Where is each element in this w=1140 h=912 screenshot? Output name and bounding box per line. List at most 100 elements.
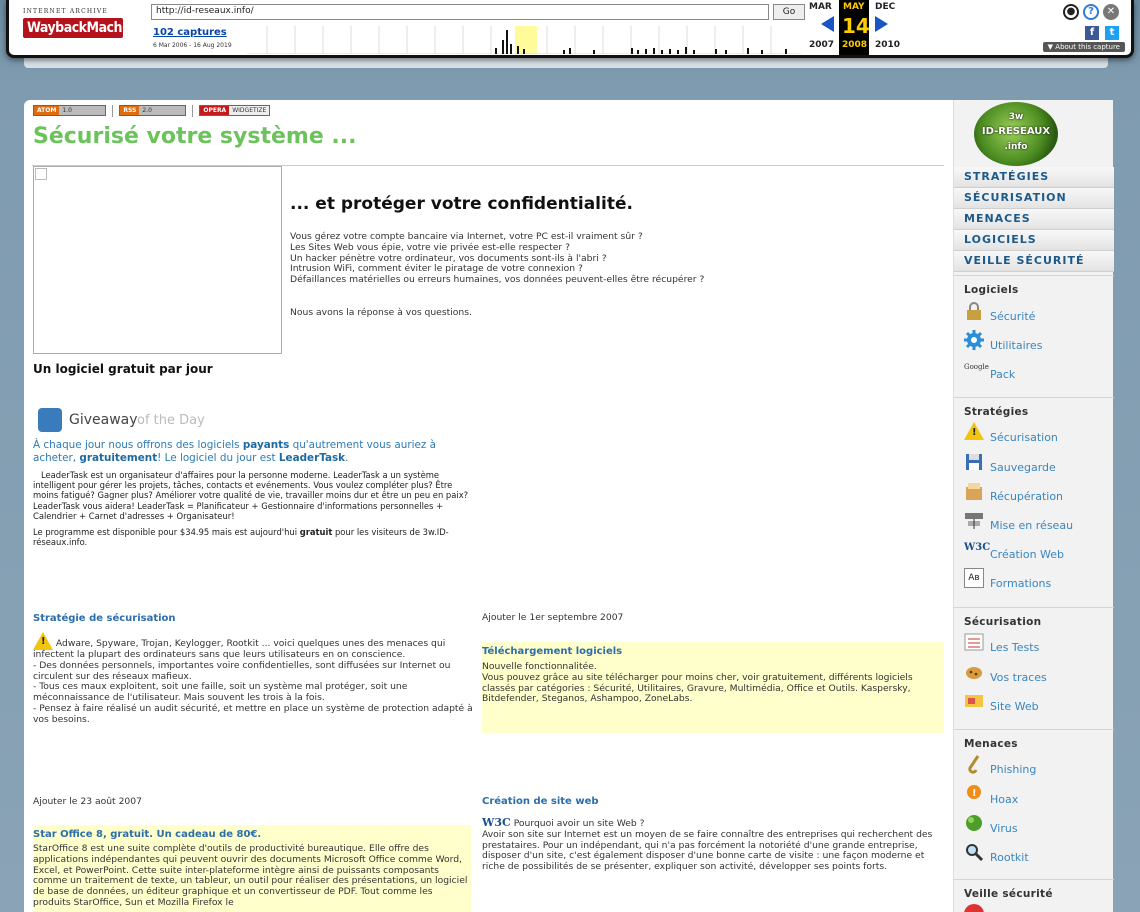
- sidebar: 3w ID-RESEAUX .info STRATÉGIES SÉCURISAT…: [953, 100, 1114, 912]
- calendar-month-current: MAY: [843, 2, 865, 12]
- sidebar-nav-veille[interactable]: VEILLE SÉCURITÉ: [954, 251, 1114, 272]
- close-icon[interactable]: ✕: [1103, 4, 1119, 20]
- sidebar-group-menaces: Menaces Phishing ! Hoax Virus Rootkit: [954, 729, 1114, 879]
- article-staroffice-title[interactable]: Star Office 8, gratuit. Un cadeau de 80€…: [33, 829, 261, 840]
- giveaway-logo-sub: of the Day: [137, 413, 205, 428]
- sidebar-item-label: Pack: [990, 368, 1016, 381]
- calendar-year-current: 2008: [842, 40, 868, 50]
- captures-range: 6 Mar 2006 - 16 Aug 2019: [153, 42, 232, 49]
- promo-strong: payants: [242, 439, 290, 451]
- intro-questions: Vous gérez votre compte bancaire via Int…: [290, 231, 705, 286]
- calendar-month-prev[interactable]: MAR: [809, 2, 832, 12]
- rss-label: RSS: [120, 106, 140, 115]
- sidebar-nav-securisation[interactable]: SÉCURISATION: [954, 188, 1114, 209]
- giveaway-product-link[interactable]: LeaderTask: [279, 452, 345, 464]
- facebook-icon[interactable]: f: [1085, 26, 1099, 40]
- article-creation-title[interactable]: Création de site web: [482, 796, 599, 807]
- sidebar-group-veille: Veille sécurité: [954, 879, 1114, 912]
- page-title: Sécurisé votre système ...: [33, 124, 357, 149]
- opera-widgetize-label: WIDGETIZE: [229, 106, 270, 115]
- hook-icon: [968, 755, 980, 774]
- rss-feed-badge[interactable]: RSS 2.0: [119, 105, 187, 116]
- wayback-go-button[interactable]: Go: [773, 4, 805, 20]
- intro-question: Défaillances matérielles ou erreurs huma…: [290, 274, 705, 286]
- warning-icon: [964, 422, 984, 442]
- virus-icon: [966, 815, 982, 831]
- article-date: Ajouter le 23 août 2007: [33, 796, 142, 807]
- sidebar-item-label: Mise en réseau: [990, 519, 1074, 532]
- intro-heading: ... et protéger votre confidentialité.: [290, 194, 633, 214]
- price-text: Le programme est disponible pour $34.95 …: [33, 527, 300, 537]
- article-staroffice-body: StarOffice 8 est une suite complète d'ou…: [33, 843, 468, 908]
- article-strategie-body: Adware, Spyware, Trojan, Keylogger, Root…: [33, 632, 473, 726]
- calendar-year-prev[interactable]: 2007: [809, 40, 834, 50]
- sidebar-group-title: Stratégies: [964, 406, 1029, 418]
- sidebar-group-logiciels: Logiciels Sécurité Utilitaires Google Pa…: [954, 275, 1114, 395]
- network-icon: [965, 513, 983, 529]
- calendar-year-next[interactable]: 2010: [875, 40, 900, 50]
- article-strategie-title[interactable]: Stratégie de sécurisation: [33, 613, 176, 624]
- giveaway-logo[interactable]: Giveaway of the Day: [38, 408, 238, 434]
- article-strategie-lead: Adware, Spyware, Trojan, Keylogger, Root…: [33, 632, 473, 661]
- wayback-calendar: MAR MAY DEC 14 2007 2008 2010: [807, 0, 907, 55]
- article-telechargement-title[interactable]: Téléchargement logiciels: [482, 646, 622, 657]
- web-icon: [965, 695, 983, 707]
- about-capture-button[interactable]: ▼ About this capture: [1042, 42, 1125, 52]
- sidebar-item-label: Les Tests: [990, 641, 1040, 654]
- sidebar-item-label: Vos traces: [990, 671, 1047, 684]
- atom-label: ATOM: [34, 106, 60, 115]
- sidebar-item-label: Sécurisation: [990, 431, 1058, 444]
- twitter-icon[interactable]: t: [1105, 26, 1119, 40]
- giveaway-box-icon: [38, 408, 62, 432]
- sidebar-group-strategies: Stratégies Sécurisation Sauvegarde Récup…: [954, 397, 1114, 607]
- sidebar-item-label: Hoax: [990, 793, 1019, 806]
- lead-text: Pourquoi avoir un site Web ?: [513, 818, 645, 829]
- article-paragraph: - Tous ces maux exploitent, soit une fai…: [33, 681, 408, 704]
- gear-icon: [964, 330, 984, 350]
- user-icon[interactable]: ●: [1063, 4, 1079, 20]
- giveaway-logo-main: Giveaway: [69, 412, 138, 428]
- logo-line: ID-RESEAUX: [981, 126, 1051, 137]
- wayback-toolbar: INTERNET ARCHIVE WaybackMachine http://i…: [6, 0, 1134, 58]
- sidebar-group-title: Sécurisation: [964, 616, 1042, 628]
- prev-capture-arrow-icon[interactable]: [821, 16, 834, 32]
- calendar-month-next[interactable]: DEC: [875, 2, 895, 12]
- sidebar-group-securisation: Sécurisation Les Tests Vos traces Site W…: [954, 607, 1114, 725]
- site-logo[interactable]: 3w ID-RESEAUX .info: [974, 102, 1058, 166]
- google-icon: Google: [964, 363, 989, 371]
- feed-badges: ATOM 1.0 RSS 2.0 OPERA WIDGETIZE: [33, 105, 276, 117]
- about-capture-label: About this capture: [1055, 43, 1120, 51]
- sidebar-item-label: Rootkit: [990, 851, 1029, 864]
- cookie-icon: [966, 667, 982, 679]
- sidebar-nav: STRATÉGIES SÉCURISATION MENACES LOGICIEL…: [954, 167, 1114, 272]
- wayback-url-input[interactable]: http://id-reseaux.info/: [151, 4, 769, 20]
- giveaway-description: LeaderTask est un organisateur d'affaire…: [33, 470, 469, 521]
- next-capture-arrow-icon[interactable]: [875, 16, 888, 32]
- wayback-logo[interactable]: INTERNET ARCHIVE WaybackMachine: [23, 8, 143, 46]
- sidebar-nav-menaces[interactable]: MENACES: [954, 209, 1114, 230]
- captures-link[interactable]: 102 captures: [153, 27, 227, 38]
- captures-sparkline[interactable]: [247, 26, 801, 54]
- article-paragraph: - Des données personnels, importantes vo…: [33, 659, 451, 682]
- sidebar-item-label: Formations: [990, 577, 1052, 590]
- article-creation-body: W3C Pourquoi avoir un site Web ? Avoir s…: [482, 816, 944, 873]
- opera-widget-badge[interactable]: OPERA WIDGETIZE: [199, 105, 271, 116]
- promo-text: ! Le logiciel du jour est: [157, 451, 279, 464]
- help-icon[interactable]: ?: [1083, 4, 1099, 20]
- rss-version: 2.0: [139, 106, 186, 115]
- w3c-badge-icon: W3C: [482, 816, 511, 829]
- floppy-icon: [966, 454, 982, 470]
- recovery-icon: [966, 483, 982, 500]
- sidebar-group-title: Veille sécurité: [964, 888, 1053, 900]
- giveaway-promo: À chaque jour nous offrons des logiciels…: [33, 439, 473, 464]
- article-telechargement-body: Nouvelle fonctionnalitée. Vous pouvez gr…: [482, 661, 944, 705]
- atom-feed-badge[interactable]: ATOM 1.0: [33, 105, 107, 116]
- sidebar-group-title: Logiciels: [964, 284, 1019, 296]
- article-paragraph: Vous pouvez grâce au site télécharger po…: [482, 671, 913, 705]
- logo-line: .info: [1004, 142, 1028, 152]
- sidebar-item-label: Phishing: [990, 763, 1037, 776]
- veille-icon: [964, 904, 984, 912]
- article-paragraph: - Pensez à faire réalisé un audit sécuri…: [33, 702, 473, 725]
- sidebar-nav-strategies[interactable]: STRATÉGIES: [954, 167, 1114, 188]
- sidebar-nav-logiciels[interactable]: LOGICIELS: [954, 230, 1114, 251]
